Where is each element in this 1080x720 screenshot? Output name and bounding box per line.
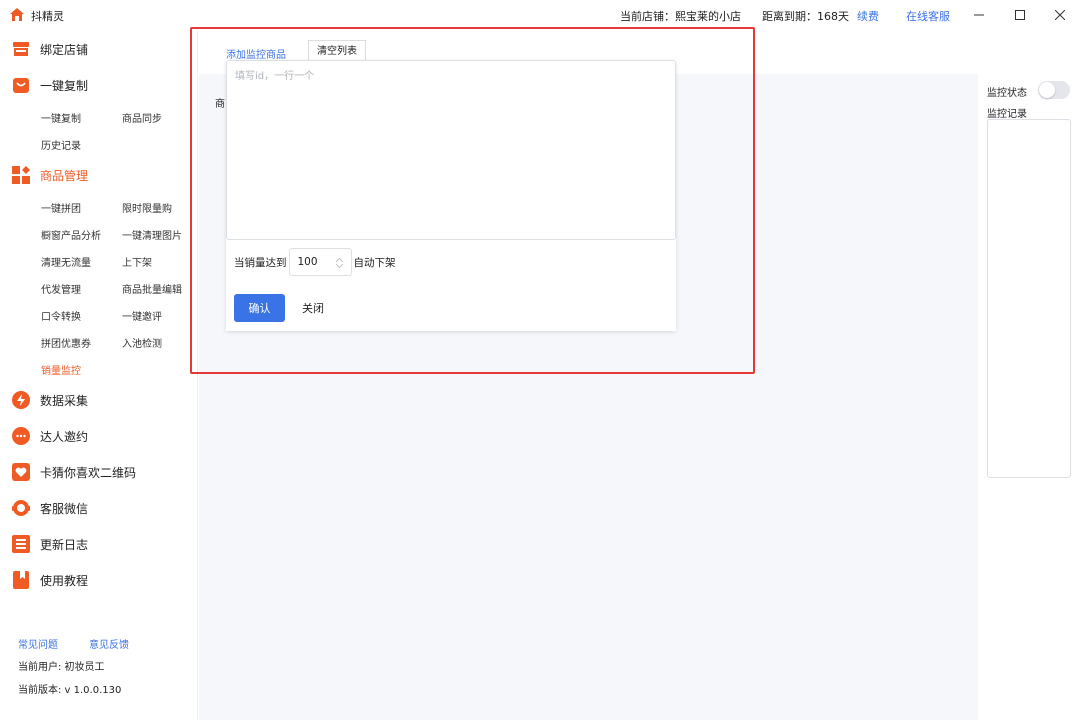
nav-tutorial[interactable]: 使用教程: [12, 570, 88, 590]
nav-product-management[interactable]: 商品管理: [12, 165, 88, 185]
sub-product-sync[interactable]: 商品同步: [122, 110, 162, 125]
app-title: 抖精灵: [31, 10, 64, 23]
sub-code-convert[interactable]: 口令转换: [41, 308, 81, 323]
sub-history[interactable]: 历史记录: [41, 137, 81, 152]
title-bar: 抖精灵 当前店铺：熙宝莱的小店 距离到期：168天 续费 在线客服: [0, 0, 1080, 30]
sub-clean-images[interactable]: 一键清理图片: [122, 227, 182, 242]
sales-threshold-input[interactable]: 100: [288, 248, 352, 276]
monitor-log-label: 监控记录: [987, 109, 1027, 120]
current-store-label: 当前店铺：熙宝莱的小店: [620, 10, 741, 23]
current-version: 当前版本: v 1.0.0.130: [18, 685, 122, 696]
sub-pool-check[interactable]: 入池检测: [122, 335, 162, 350]
minimize-button[interactable]: [964, 3, 994, 27]
textarea-placeholder: 填写id，一行一个: [235, 71, 315, 82]
heart-icon: [12, 463, 30, 481]
stepper-arrows-icon[interactable]: [335, 257, 344, 269]
confirm-button[interactable]: 确认: [234, 294, 285, 322]
sidebar: 绑定店铺 一键复制 一键复制 商品同步 历史记录 商品管理 一键拼团 限时限量购…: [0, 30, 198, 720]
sales-suffix-label: 自动下架: [353, 256, 396, 269]
monitor-status-toggle[interactable]: [1038, 81, 1070, 99]
maximize-button[interactable]: [1005, 3, 1035, 27]
nav-changelog[interactable]: 更新日志: [12, 534, 88, 554]
feedback-link[interactable]: 意见反馈: [89, 636, 129, 651]
main-content: 添加监控商品 清空列表 商 填写id，一行一个 当销量达到 100 自动下架 确…: [190, 27, 978, 720]
expire-label: 距离到期：168天: [762, 10, 849, 23]
nav-service-wechat[interactable]: 客服微信: [12, 498, 88, 518]
nav-guess-you-like-qr[interactable]: 卡猜你喜欢二维码: [12, 462, 136, 482]
shopping-bag-icon: [12, 76, 30, 94]
sales-threshold-row: 当销量达到 100 自动下架: [234, 248, 396, 276]
maximize-icon: [1015, 10, 1025, 20]
sub-window-analysis[interactable]: 橱窗产品分析: [41, 227, 101, 242]
bookmark-icon: [12, 571, 30, 589]
monitor-status-label: 监控状态: [987, 88, 1027, 99]
store-icon: [12, 40, 30, 58]
nav-data-collection[interactable]: 数据采集: [12, 390, 88, 410]
faq-link[interactable]: 常见问题: [18, 636, 58, 651]
close-icon: [1055, 10, 1065, 20]
sub-batch-edit[interactable]: 商品批量编辑: [122, 281, 182, 296]
monitor-log-box[interactable]: [987, 119, 1071, 478]
close-button[interactable]: [1045, 3, 1075, 27]
sub-limited-time[interactable]: 限时限量购: [122, 200, 172, 215]
minimize-icon: [974, 14, 984, 16]
headset-icon: [12, 499, 30, 517]
sub-one-click-copy[interactable]: 一键复制: [41, 110, 81, 125]
lightning-icon: [12, 391, 30, 409]
sub-group-buy[interactable]: 一键拼团: [41, 200, 81, 215]
sales-prefix-label: 当销量达到: [234, 256, 287, 269]
sub-group-coupon[interactable]: 拼团优惠券: [41, 335, 91, 350]
sub-list-delist[interactable]: 上下架: [122, 254, 152, 269]
chat-icon: [12, 427, 30, 445]
add-monitor-popup: 填写id，一行一个 当销量达到 100 自动下架 确认 关闭: [226, 60, 676, 331]
online-service-link[interactable]: 在线客服: [906, 8, 950, 24]
sub-sales-monitor[interactable]: 销量监控: [41, 362, 81, 377]
toggle-knob: [1039, 82, 1055, 98]
current-user: 当前用户: 初妆员工: [18, 662, 105, 673]
app-logo-icon: [10, 8, 24, 21]
sub-invite-review[interactable]: 一键邀评: [122, 308, 162, 323]
list-icon: [12, 535, 30, 553]
nav-bind-store[interactable]: 绑定店铺: [12, 39, 88, 59]
monitor-panel: 监控状态 监控记录: [978, 30, 1080, 720]
sub-dropship[interactable]: 代发管理: [41, 281, 81, 296]
close-popup-button[interactable]: 关闭: [302, 294, 324, 322]
product-label: 商: [215, 99, 225, 110]
nav-one-click-copy[interactable]: 一键复制: [12, 75, 88, 95]
grid-icon: [12, 166, 30, 184]
add-monitor-product-link[interactable]: 添加监控商品: [226, 46, 286, 61]
sub-clean-no-traffic[interactable]: 清理无流量: [41, 254, 91, 269]
sales-threshold-value: 100: [297, 256, 318, 268]
product-id-textarea[interactable]: 填写id，一行一个: [226, 60, 676, 240]
renew-link[interactable]: 续费: [857, 8, 879, 24]
nav-influencer-invite[interactable]: 达人邀约: [12, 426, 88, 446]
